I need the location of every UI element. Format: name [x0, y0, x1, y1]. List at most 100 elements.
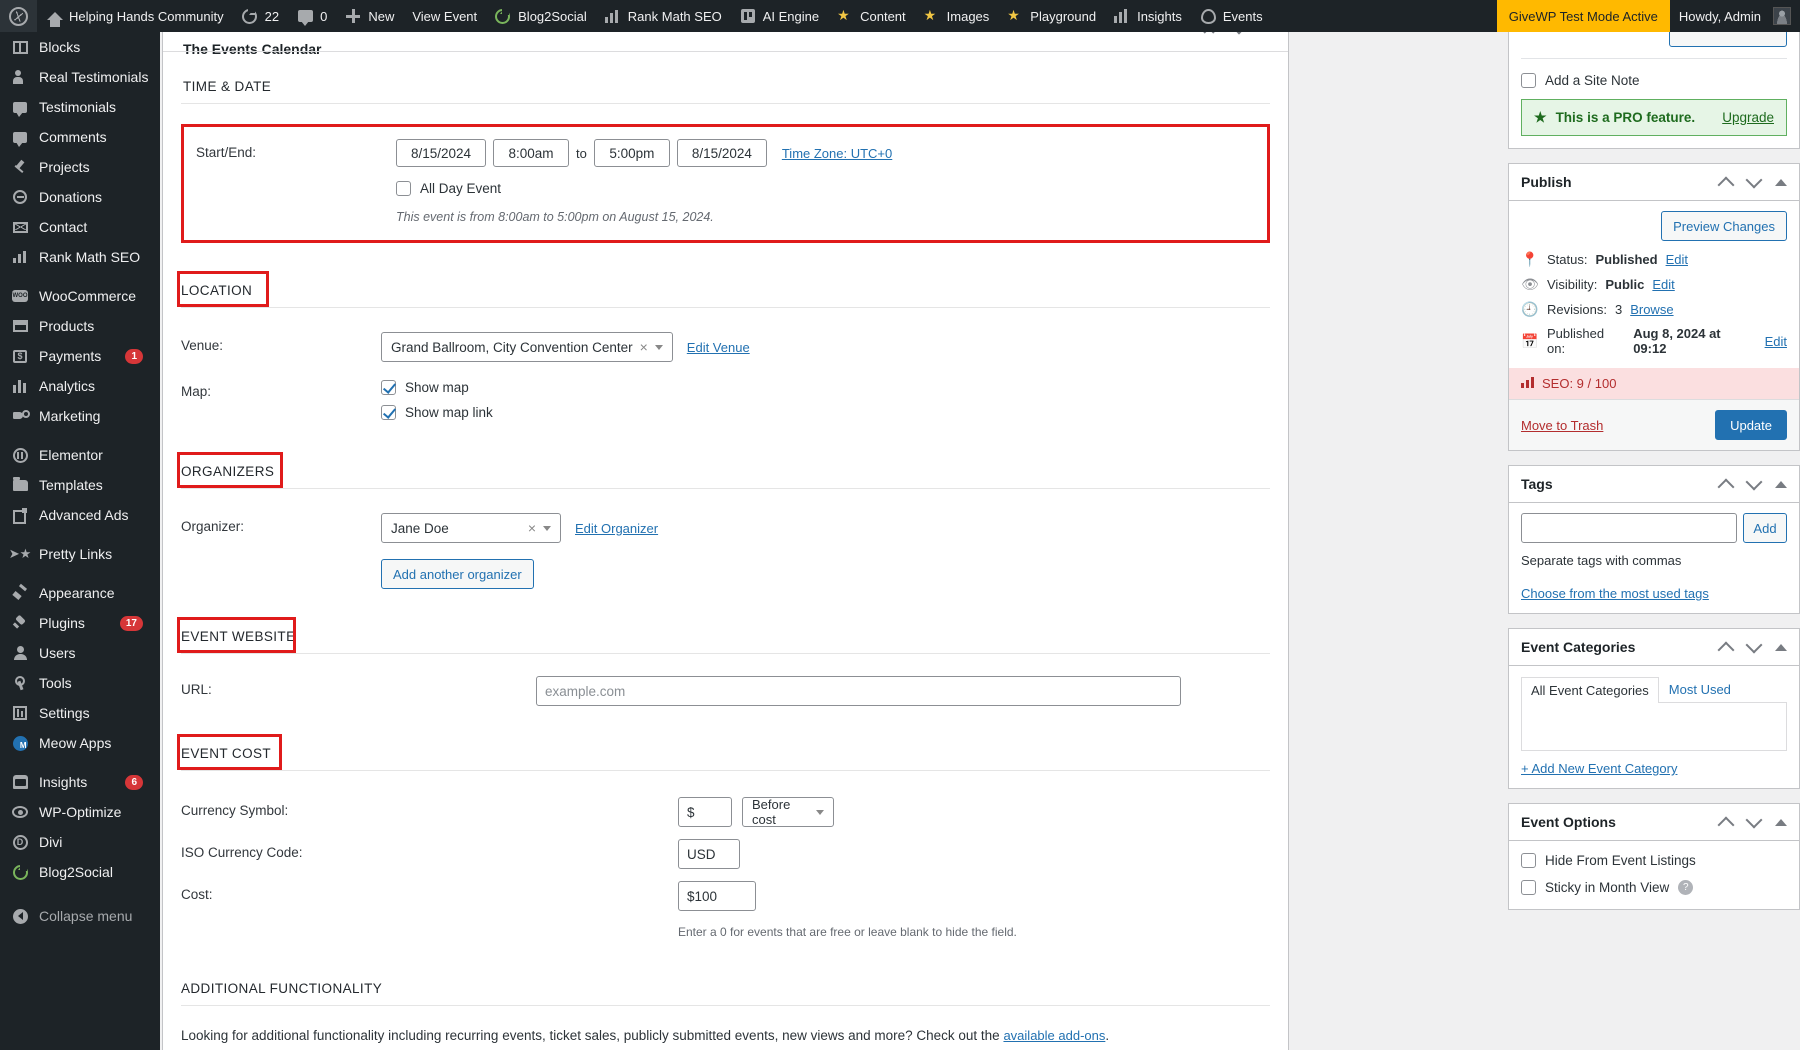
- edit-visibility-link[interactable]: Edit: [1652, 277, 1674, 292]
- event-url-input[interactable]: [536, 676, 1181, 706]
- sidebar-item-divi[interactable]: D Divi: [0, 827, 160, 857]
- sidebar-item-real-testimonials[interactable]: Real Testimonials: [0, 62, 160, 92]
- sidebar-item-tools[interactable]: Tools: [0, 668, 160, 698]
- venue-select[interactable]: Grand Ballroom, City Convention Center ×: [381, 332, 673, 362]
- help-icon[interactable]: ?: [1678, 880, 1693, 895]
- clear-venue-icon[interactable]: ×: [633, 339, 655, 355]
- blog2social-menu[interactable]: Blog2Social: [486, 0, 596, 32]
- sidebar-item-blog2social[interactable]: Blog2Social: [0, 857, 160, 887]
- show-map-link-checkbox[interactable]: [381, 405, 396, 420]
- start-time-input[interactable]: [493, 139, 569, 167]
- updates-menu[interactable]: 22: [233, 0, 288, 32]
- sidebar-item-appearance[interactable]: Appearance: [0, 578, 160, 608]
- events-menu[interactable]: Events: [1191, 0, 1272, 32]
- toggle-panel-icon[interactable]: [1775, 644, 1787, 651]
- edit-published-date-link[interactable]: Edit: [1765, 334, 1787, 349]
- show-map-checkbox[interactable]: [381, 380, 396, 395]
- sidebar-item-users[interactable]: Users: [0, 638, 160, 668]
- sidebar-item-blocks[interactable]: Blocks: [0, 32, 160, 62]
- sidebar-item-products[interactable]: Products: [0, 311, 160, 341]
- insights-menu[interactable]: Insights: [1105, 0, 1191, 32]
- comments-menu[interactable]: 0: [288, 0, 336, 32]
- toggle-panel-icon[interactable]: [1775, 819, 1787, 826]
- add-site-note-row[interactable]: Add a Site Note: [1521, 71, 1787, 90]
- move-to-trash-link[interactable]: Move to Trash: [1521, 418, 1603, 433]
- cost-input[interactable]: [678, 881, 756, 911]
- sidebar-item-elementor[interactable]: Elementor: [0, 440, 160, 470]
- chevron-down-icon[interactable]: [1747, 477, 1761, 491]
- sidebar-item-insights[interactable]: Insights 6: [0, 767, 160, 797]
- sidebar-item-pretty-links[interactable]: ➤★ Pretty Links: [0, 539, 160, 569]
- edit-organizer-link[interactable]: Edit Organizer: [575, 521, 658, 536]
- organizer-select[interactable]: Jane Doe ×: [381, 513, 561, 543]
- category-list[interactable]: [1521, 703, 1787, 751]
- add-site-note-checkbox[interactable]: [1521, 73, 1536, 88]
- site-name-menu[interactable]: Helping Hands Community: [37, 0, 233, 32]
- clear-organizer-icon[interactable]: ×: [521, 520, 543, 536]
- browse-revisions-link[interactable]: Browse: [1630, 302, 1673, 317]
- my-account-menu[interactable]: Howdy, Admin: [1670, 0, 1800, 32]
- add-new-event-category-link[interactable]: + Add New Event Category: [1521, 761, 1677, 776]
- preview-changes-button[interactable]: Preview Changes: [1661, 211, 1787, 241]
- images-menu[interactable]: ★ Images: [915, 0, 999, 32]
- sidebar-item-plugins[interactable]: Plugins 17: [0, 608, 160, 638]
- sidebar-item-marketing[interactable]: Marketing: [0, 401, 160, 431]
- most-used-tags-link[interactable]: Choose from the most used tags: [1521, 586, 1709, 601]
- sidebar-item-projects[interactable]: Projects: [0, 152, 160, 182]
- toggle-panel-icon[interactable]: [1775, 481, 1787, 488]
- upgrade-link[interactable]: Upgrade: [1722, 110, 1774, 125]
- sidebar-item-donations[interactable]: Donations: [0, 182, 160, 212]
- content-menu[interactable]: ★ Content: [828, 0, 915, 32]
- chevron-down-icon[interactable]: [1747, 640, 1761, 654]
- partial-button-top[interactable]: [1669, 32, 1787, 47]
- sidebar-item-comments[interactable]: Comments: [0, 122, 160, 152]
- sidebar-item-wp-optimize[interactable]: WP-Optimize: [0, 797, 160, 827]
- chevron-down-icon[interactable]: [1232, 32, 1246, 35]
- sticky-month-view-row[interactable]: Sticky in Month View ?: [1521, 878, 1787, 897]
- wp-logo-menu[interactable]: [0, 0, 37, 32]
- iso-currency-code-input[interactable]: [678, 839, 740, 869]
- add-tag-button[interactable]: Add: [1743, 513, 1787, 543]
- sidebar-item-rank-math-seo[interactable]: Rank Math SEO: [0, 242, 160, 272]
- tab-most-used[interactable]: Most Used: [1659, 676, 1741, 702]
- sidebar-item-meow-apps[interactable]: M Meow Apps: [0, 728, 160, 758]
- tab-all-event-categories[interactable]: All Event Categories: [1521, 677, 1659, 703]
- currency-position-select[interactable]: Before cost: [742, 797, 834, 827]
- edit-status-link[interactable]: Edit: [1666, 252, 1688, 267]
- ai-engine-menu[interactable]: AI Engine: [731, 0, 828, 32]
- all-day-event-row[interactable]: All Day Event: [396, 179, 1255, 198]
- sidebar-item-contact[interactable]: Contact: [0, 212, 160, 242]
- end-date-input[interactable]: [677, 139, 767, 167]
- close-icon[interactable]: [1202, 32, 1216, 35]
- add-another-organizer-button[interactable]: Add another organizer: [381, 559, 534, 589]
- sidebar-item-analytics[interactable]: Analytics: [0, 371, 160, 401]
- available-add-ons-link[interactable]: available add-ons: [1003, 1028, 1105, 1043]
- update-button[interactable]: Update: [1715, 410, 1787, 440]
- view-event-link[interactable]: View Event: [403, 0, 486, 32]
- start-date-input[interactable]: [396, 139, 486, 167]
- chevron-up-icon[interactable]: [1719, 175, 1733, 189]
- chevron-up-icon[interactable]: [1719, 640, 1733, 654]
- edit-venue-link[interactable]: Edit Venue: [687, 340, 750, 355]
- show-map-row[interactable]: Show map: [381, 378, 1270, 397]
- currency-symbol-input[interactable]: [678, 797, 732, 827]
- collapse-menu-button[interactable]: Collapse menu: [0, 901, 160, 931]
- end-time-input[interactable]: [594, 139, 670, 167]
- toggle-panel-icon[interactable]: [1775, 179, 1787, 186]
- sidebar-item-settings[interactable]: Settings: [0, 698, 160, 728]
- givewp-test-mode-badge[interactable]: GiveWP Test Mode Active: [1497, 0, 1670, 32]
- sidebar-item-testimonials[interactable]: Testimonials: [0, 92, 160, 122]
- chevron-up-icon[interactable]: [1719, 815, 1733, 829]
- sticky-month-view-checkbox[interactable]: [1521, 880, 1536, 895]
- sidebar-item-templates[interactable]: Templates: [0, 470, 160, 500]
- chevron-down-icon[interactable]: [1747, 815, 1761, 829]
- tags-input[interactable]: [1521, 513, 1737, 543]
- all-day-event-checkbox[interactable]: [396, 181, 411, 196]
- sidebar-item-advanced-ads[interactable]: Advanced Ads: [0, 500, 160, 530]
- new-content-menu[interactable]: New: [336, 0, 403, 32]
- sidebar-item-payments[interactable]: $ Payments 1: [0, 341, 160, 371]
- time-zone-link[interactable]: Time Zone: UTC+0: [782, 146, 892, 161]
- hide-from-listings-checkbox[interactable]: [1521, 853, 1536, 868]
- show-map-link-row[interactable]: Show map link: [381, 403, 1270, 422]
- chevron-down-icon[interactable]: [1747, 175, 1761, 189]
